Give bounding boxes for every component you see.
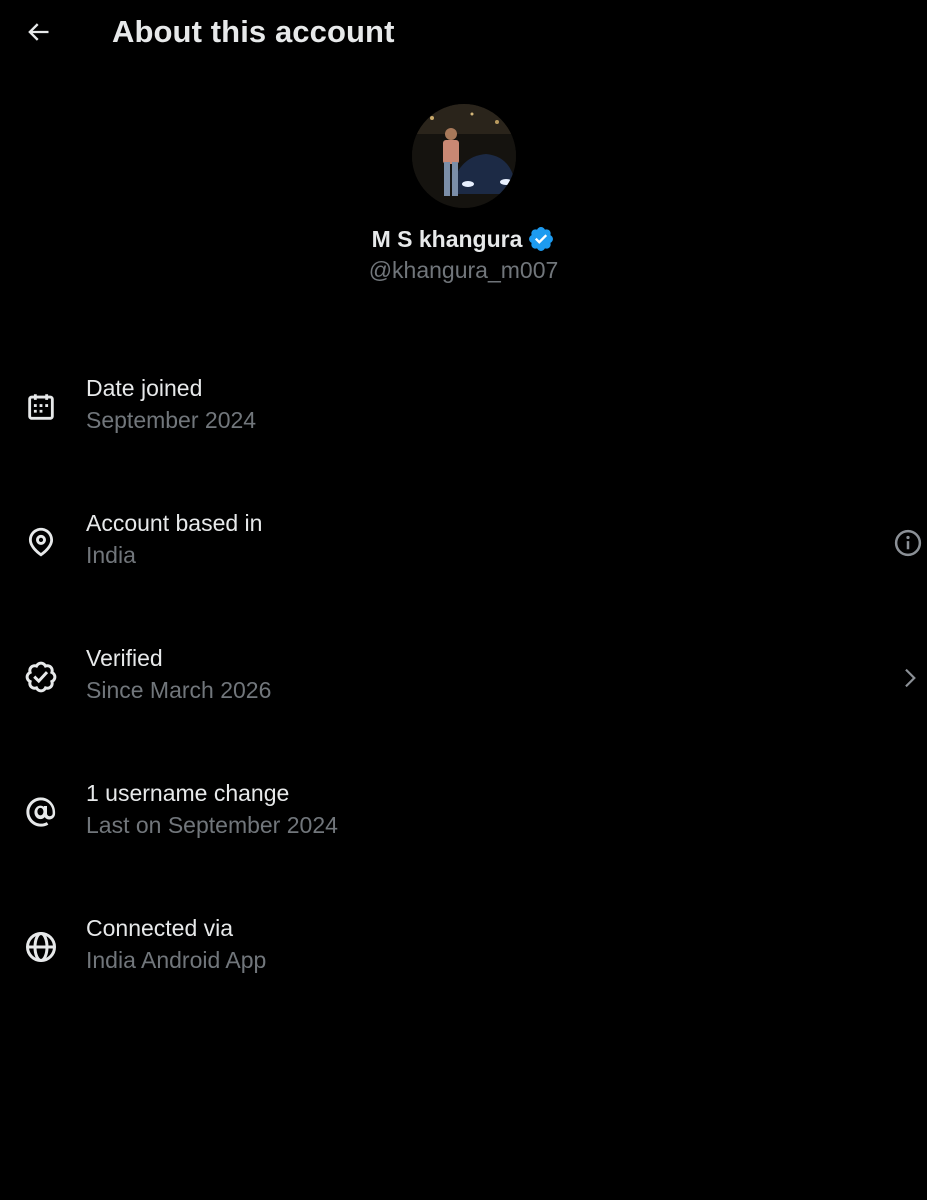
- row-title: 1 username change: [86, 780, 290, 806]
- row-title: Verified: [86, 645, 163, 671]
- chevron-right-icon: [905, 668, 916, 688]
- row-title: Account based in: [86, 510, 263, 536]
- row-connected-via: Connected via India Android App: [0, 908, 927, 1043]
- row-subtitle: Last on September 2024: [86, 812, 338, 838]
- arrow-left-icon: [28, 23, 49, 41]
- row-title: Date joined: [86, 375, 203, 401]
- row-account-based-in: Account based in India: [0, 503, 927, 638]
- row-subtitle: India: [86, 542, 136, 568]
- at-sign-icon: [20, 791, 62, 833]
- row-username-change: 1 username change Last on September 2024: [0, 773, 927, 908]
- avatar-image: [411, 104, 516, 208]
- row-subtitle: India Android App: [86, 947, 267, 973]
- handle: @khangura_m007: [368, 257, 559, 283]
- profile-header: M S khangura @khangura_m007: [0, 104, 927, 284]
- chevron-button[interactable]: [895, 660, 927, 696]
- avatar[interactable]: [411, 104, 516, 208]
- verified-badge-icon[interactable]: [527, 225, 555, 253]
- page-title: About this account: [112, 14, 395, 49]
- globe-icon: [20, 926, 62, 968]
- name-row: M S khangura: [0, 223, 927, 255]
- display-name: M S khangura: [371, 225, 523, 252]
- top-bar: About this account: [0, 0, 927, 64]
- row-verified[interactable]: Verified Since March 2026: [0, 638, 927, 773]
- row-date-joined: Date joined September 2024: [0, 368, 927, 503]
- calendar-icon: [20, 386, 62, 428]
- row-title: Connected via: [86, 915, 234, 941]
- row-subtitle: September 2024: [86, 407, 257, 433]
- verified-outline-icon: [20, 656, 62, 698]
- row-subtitle: Since March 2026: [86, 677, 272, 703]
- location-pin-icon: [20, 521, 62, 563]
- account-info-list: Date joined September 2024 Account based…: [0, 368, 927, 1043]
- info-button[interactable]: [894, 525, 927, 561]
- info-icon: [894, 529, 922, 557]
- back-button[interactable]: [18, 12, 58, 52]
